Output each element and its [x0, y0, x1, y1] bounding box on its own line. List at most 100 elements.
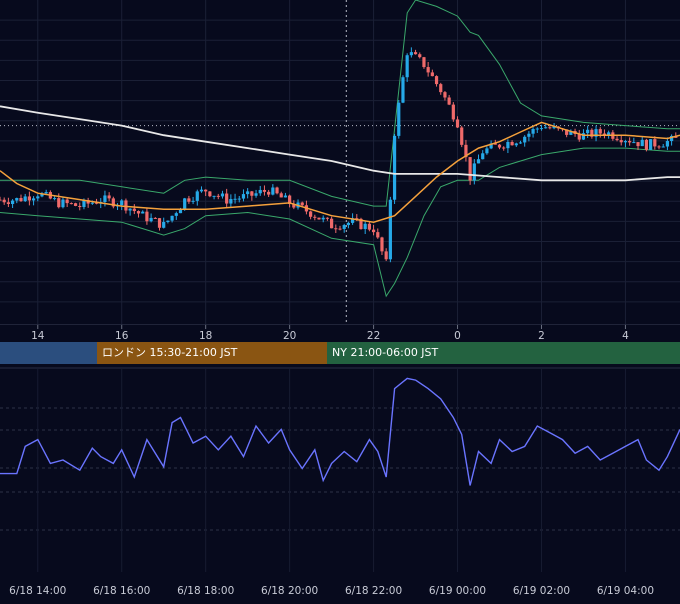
candle-body — [6, 202, 10, 204]
candle-body — [619, 140, 623, 143]
candle-body — [586, 129, 590, 134]
candle-body — [128, 208, 132, 211]
candle-body — [103, 195, 107, 203]
candle-body — [241, 194, 246, 199]
candle-body — [384, 251, 388, 260]
candle-body — [300, 202, 304, 206]
candle-body — [52, 198, 57, 200]
candle-body — [220, 193, 225, 197]
candle-body — [615, 138, 619, 141]
candle-body — [124, 200, 128, 211]
candle-body — [338, 228, 342, 230]
candle-body — [371, 229, 376, 233]
candle-body — [237, 198, 241, 200]
candle-body — [233, 198, 237, 200]
candle-body — [325, 217, 330, 219]
candle-body — [548, 127, 552, 129]
bollinger-lower-line — [0, 147, 680, 298]
candle-body — [309, 211, 313, 217]
long-moving-average-line — [0, 105, 680, 182]
candle-body — [199, 189, 204, 192]
candle-body — [61, 199, 65, 208]
candle-body — [57, 198, 61, 208]
candle-body — [145, 211, 149, 222]
candle-body — [208, 191, 212, 197]
candle-body — [426, 67, 430, 73]
candle-body — [623, 141, 628, 143]
candle-body — [313, 216, 317, 218]
candle-body — [455, 119, 460, 128]
candle-body — [258, 189, 262, 194]
candle-body — [23, 196, 27, 202]
candle-body — [544, 127, 548, 129]
candle-body — [598, 129, 602, 134]
candle-body — [275, 187, 279, 194]
candle-body — [636, 142, 640, 147]
time-tick-label: 14 — [31, 330, 45, 342]
time-tick-label: 16 — [115, 330, 129, 342]
candle-body — [506, 141, 510, 149]
session-bar-london: ロンドン 15:30-21:00 JST — [97, 342, 327, 364]
candle-body — [443, 92, 447, 98]
candle-body — [246, 191, 250, 195]
candle-body — [195, 191, 199, 201]
candle-body — [132, 208, 136, 212]
candle-body — [485, 148, 489, 154]
candle-body — [212, 195, 216, 197]
candle-body — [527, 133, 531, 137]
candle-body — [342, 225, 346, 229]
candle-body — [0, 199, 2, 201]
candle-body — [481, 153, 485, 160]
candle-body — [388, 199, 392, 260]
candle-body — [397, 102, 401, 136]
oscillator-time-label: 6/18 20:00 — [261, 585, 318, 597]
candle-body — [191, 200, 195, 202]
candle-body — [262, 189, 267, 192]
candle-body — [451, 104, 455, 120]
candle-body — [162, 221, 166, 228]
candle-body — [497, 144, 502, 148]
candle-body — [107, 195, 111, 199]
chart-root: 14 16 18 20 22 0 2 4 6/18 14:00 6/18 16:00 6/18 18… — [0, 0, 680, 600]
candle-body — [225, 193, 229, 204]
candle-body — [518, 142, 523, 144]
candle-body — [183, 198, 187, 209]
candle-body — [170, 215, 174, 221]
candle-body — [10, 200, 15, 204]
candle-body — [363, 223, 367, 230]
candle-body — [157, 218, 162, 228]
candle-body — [27, 196, 31, 201]
candle-body — [136, 211, 141, 214]
candle-body — [539, 128, 544, 130]
candle-body — [460, 127, 464, 145]
candle-body — [90, 202, 94, 204]
oscillator-time-label: 6/19 00:00 — [429, 585, 486, 597]
candle-body — [422, 57, 426, 68]
oscillator-time-label: 6/19 02:00 — [513, 585, 570, 597]
candle-body — [665, 141, 670, 147]
candle-body — [120, 200, 124, 206]
candle-body — [334, 228, 338, 230]
candle-body — [321, 217, 325, 220]
candle-body — [628, 141, 632, 143]
candle-body — [187, 198, 191, 202]
candle-body — [468, 157, 472, 181]
time-tick-label: 2 — [538, 330, 545, 342]
candle-body — [174, 213, 178, 216]
candle-body — [430, 72, 434, 77]
candle-body — [644, 139, 649, 150]
candle-body — [166, 220, 170, 222]
candle-body — [153, 217, 157, 219]
candle-body — [472, 163, 476, 181]
time-tick-label: 18 — [199, 330, 212, 342]
candle-body — [44, 192, 48, 194]
candle-body — [69, 203, 73, 205]
time-tick-label: 4 — [622, 330, 629, 342]
candle-body — [380, 237, 384, 252]
oscillator-time-label: 6/18 16:00 — [93, 585, 150, 597]
candle-body — [657, 146, 661, 148]
oscillator-line — [0, 377, 680, 486]
candle-body — [476, 159, 481, 164]
candle-body — [523, 136, 527, 143]
candle-body — [65, 199, 69, 204]
